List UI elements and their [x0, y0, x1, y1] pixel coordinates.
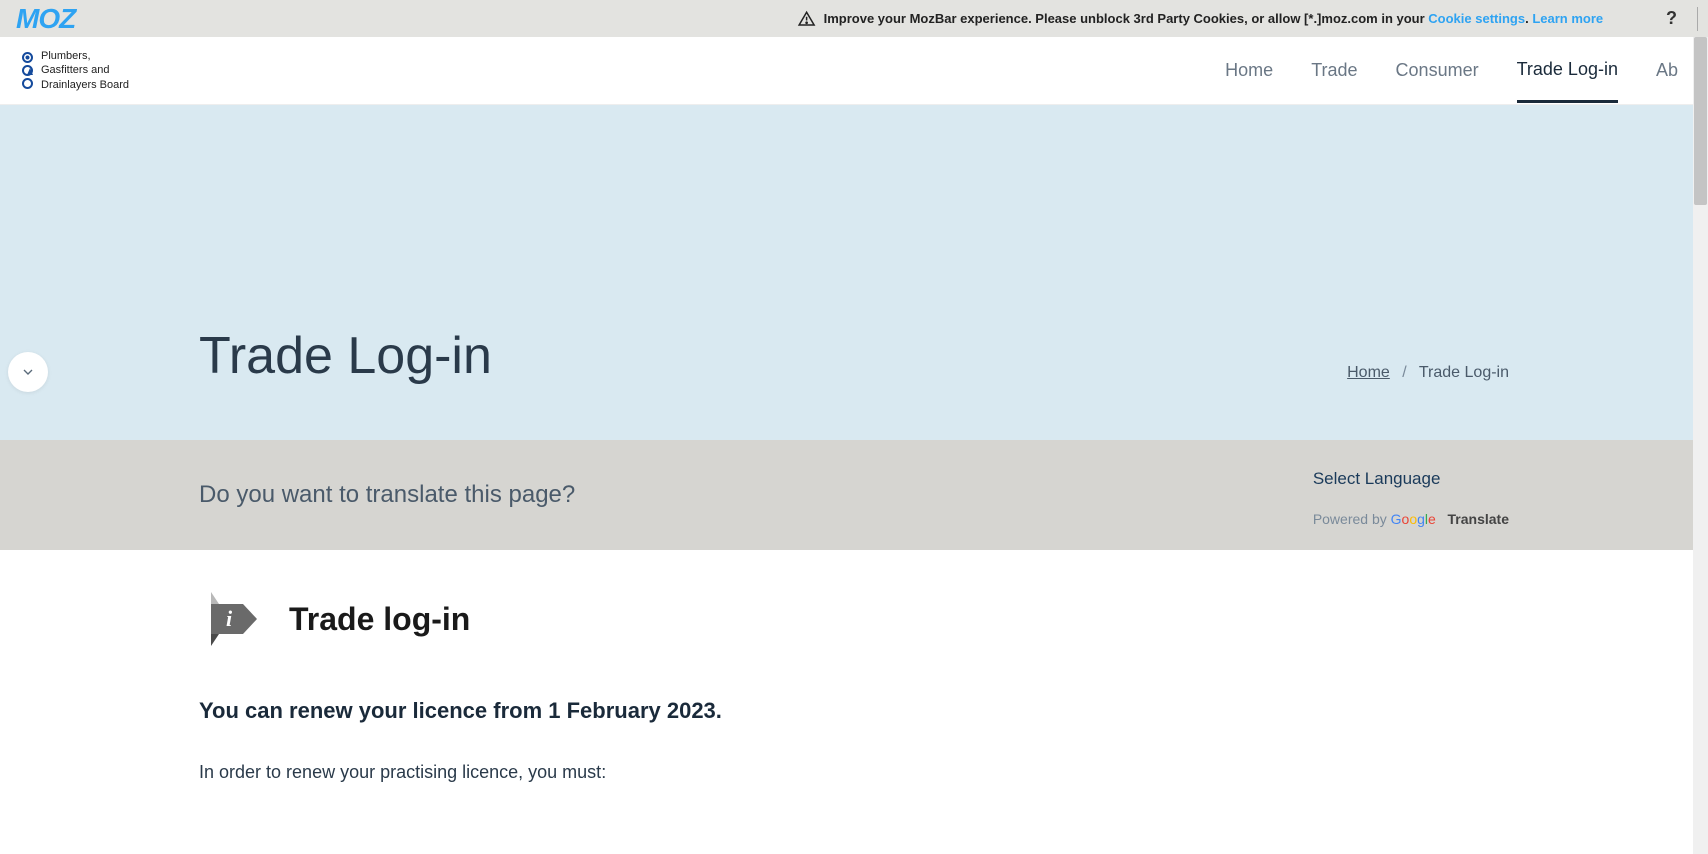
expand-button[interactable] [8, 352, 48, 392]
translate-inner: Do you want to translate this page? Sele… [199, 440, 1509, 550]
mozbar-message: Improve your MozBar experience. Please u… [824, 11, 1604, 26]
main-nav: Home Trade Consumer Trade Log-in Ab [1225, 39, 1678, 103]
mozbar: MOZ Improve your MozBar experience. Plea… [0, 0, 1708, 37]
nav-consumer[interactable]: Consumer [1396, 40, 1479, 101]
mozbar-period: . [1525, 11, 1532, 26]
cookie-settings-link[interactable]: Cookie settings [1428, 11, 1525, 26]
breadcrumb-home[interactable]: Home [1347, 364, 1390, 381]
lead-text: You can renew your licence from 1 Februa… [199, 698, 1509, 724]
paragraph-1: In order to renew your practising licenc… [199, 758, 1509, 787]
select-language[interactable]: Select Language [1313, 469, 1509, 489]
mozbar-right: ? [1660, 7, 1698, 31]
nav-about[interactable]: Ab [1656, 40, 1678, 101]
site-header: Plumbers, Gasfitters and Drainlayers Boa… [0, 37, 1708, 105]
powered-by: Powered by Google Translate [1313, 511, 1509, 527]
main-content: i Trade log-in You can renew your licenc… [199, 550, 1509, 787]
help-icon[interactable]: ? [1660, 8, 1683, 29]
page-title: Trade Log-in [199, 326, 492, 386]
logo-icons [22, 52, 33, 89]
scrollbar-thumb[interactable] [1694, 37, 1707, 205]
info-tag-icon: i [199, 584, 261, 654]
learn-more-link[interactable]: Learn more [1532, 11, 1603, 26]
translate-word: Translate [1448, 511, 1509, 527]
logo-ring-icon [22, 78, 33, 89]
mozbar-message-text: Improve your MozBar experience. Please u… [824, 11, 1429, 26]
translate-bar: Do you want to translate this page? Sele… [0, 440, 1708, 550]
warning-icon [798, 10, 816, 28]
section-header: i Trade log-in [199, 584, 1509, 654]
logo-line-1: Plumbers, [41, 49, 129, 63]
logo-circle-icon [22, 52, 33, 63]
google-logo: Google [1391, 511, 1436, 527]
translate-controls: Select Language Powered by Google Transl… [1313, 463, 1509, 527]
mozbar-separator [1697, 7, 1698, 31]
nav-trade[interactable]: Trade [1311, 40, 1357, 101]
nav-trade-login[interactable]: Trade Log-in [1517, 39, 1618, 103]
translate-question: Do you want to translate this page? [199, 481, 575, 509]
breadcrumb-current: Trade Log-in [1419, 364, 1509, 381]
site-logo[interactable]: Plumbers, Gasfitters and Drainlayers Boa… [22, 49, 129, 92]
nav-home[interactable]: Home [1225, 40, 1273, 101]
breadcrumb-separator: / [1402, 364, 1406, 381]
section-title: Trade log-in [289, 601, 470, 638]
svg-text:i: i [226, 606, 233, 631]
hero: Trade Log-in Home / Trade Log-in [0, 105, 1708, 440]
hero-inner: Trade Log-in Home / Trade Log-in [199, 105, 1509, 440]
mozbar-message-wrap: Improve your MozBar experience. Please u… [798, 10, 1604, 28]
vertical-scrollbar[interactable] [1693, 37, 1708, 854]
moz-logo: MOZ [16, 3, 75, 35]
breadcrumb: Home / Trade Log-in [1347, 364, 1509, 382]
chevron-down-icon [20, 364, 36, 380]
logo-line-3: Drainlayers Board [41, 78, 129, 92]
logo-text: Plumbers, Gasfitters and Drainlayers Boa… [41, 49, 129, 92]
powered-label: Powered by [1313, 511, 1391, 527]
logo-flame-icon [22, 65, 33, 76]
logo-line-2: Gasfitters and [41, 63, 129, 77]
